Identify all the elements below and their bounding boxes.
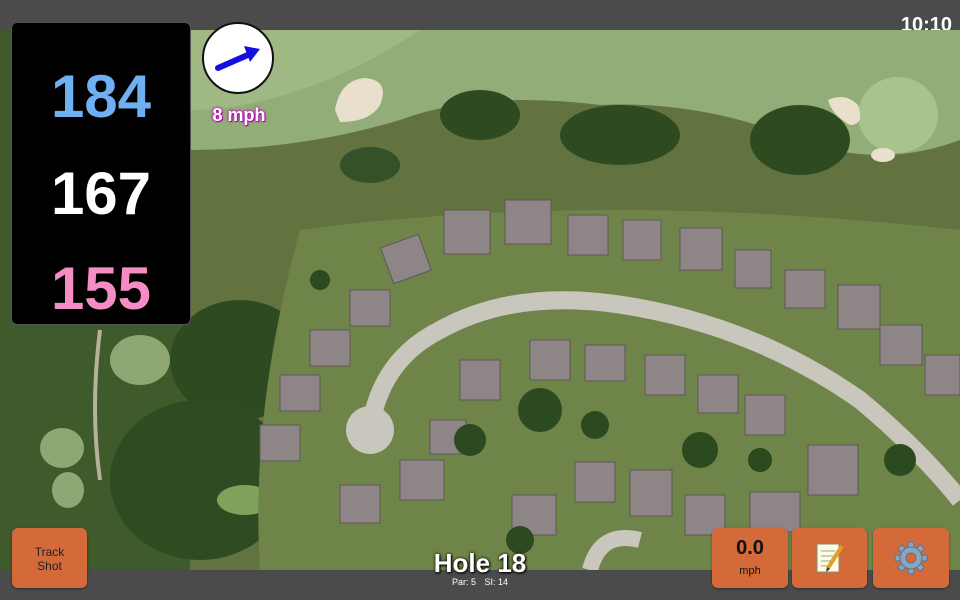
hole-info: Par: 5 SI: 14 xyxy=(380,577,580,587)
notepad-icon xyxy=(816,543,844,573)
notes-button[interactable] xyxy=(792,528,867,588)
settings-button[interactable] xyxy=(873,528,949,588)
wind-indicator xyxy=(202,22,274,94)
track-shot-button[interactable]: Track Shot xyxy=(12,528,87,588)
distance-panel: 184 167 155 xyxy=(11,22,191,325)
gear-icon xyxy=(894,541,928,575)
distance-middle: 167 xyxy=(50,160,152,227)
track-shot-label-line1: Track xyxy=(34,545,65,559)
distance-back: 184 xyxy=(50,63,152,130)
hole-par: Par: 5 xyxy=(451,577,476,587)
speed-button[interactable]: 0.0 mph xyxy=(712,528,788,588)
speed-unit: mph xyxy=(739,565,761,577)
hole-stroke-index: SI: 14 xyxy=(484,577,509,587)
wind-speed-label: 8 mph xyxy=(212,105,266,125)
speed-value: 0.0 xyxy=(736,537,764,559)
distance-front: 155 xyxy=(50,255,152,322)
track-shot-label-line2: Shot xyxy=(37,559,62,573)
arrow-right-icon xyxy=(215,46,260,71)
hole-title: Hole 18 xyxy=(433,548,527,578)
